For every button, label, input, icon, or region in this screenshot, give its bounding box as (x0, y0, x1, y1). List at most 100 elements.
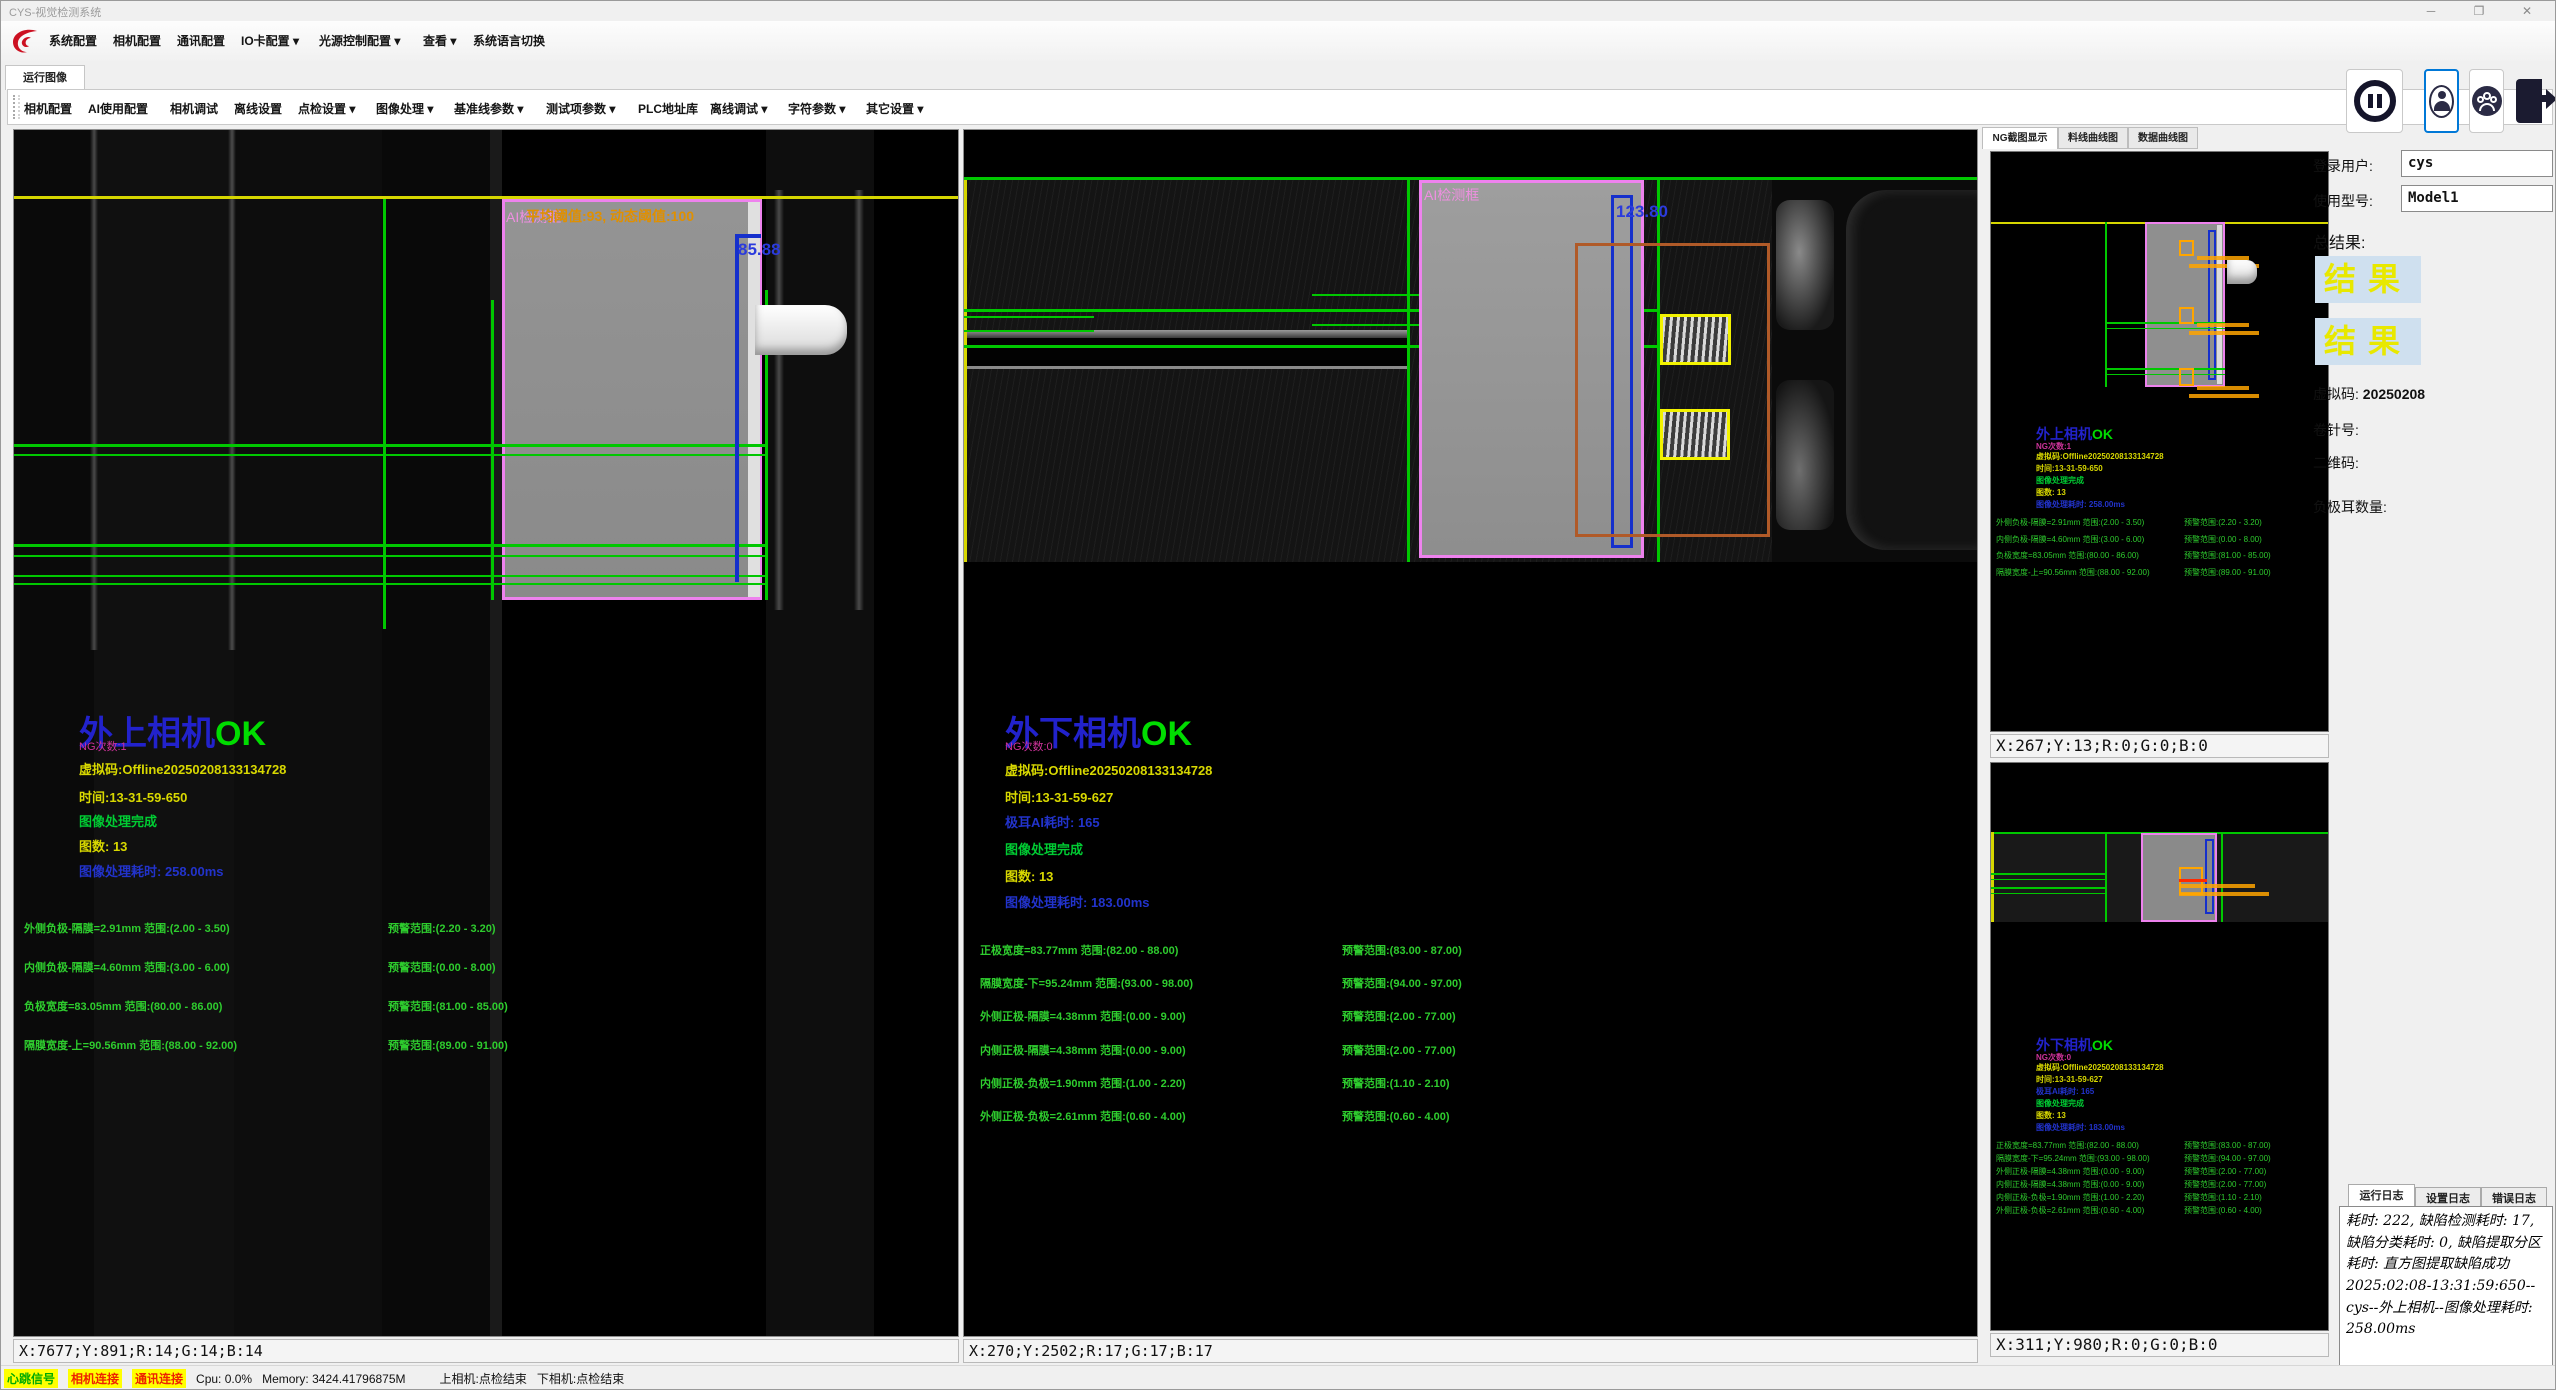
cam2-green-stub (964, 316, 1094, 318)
menu-bar: 系统配置 相机配置 通讯配置 IO卡配置 ▾ 光源控制配置 ▾ 查看 ▾ 系统语… (1, 21, 2556, 62)
tab-run-log[interactable]: 运行日志 (2348, 1184, 2415, 1206)
tool-other-settings[interactable]: 其它设置 ▾ (866, 100, 923, 117)
thumb1-warn-3: 预警范围:(81.00 - 85.00) (2184, 550, 2271, 561)
tool-offline-debug[interactable]: 离线调试 ▾ (710, 100, 767, 117)
pause-button[interactable] (2346, 69, 2403, 133)
thumb2-annotation (2179, 884, 2255, 888)
tab-line-curve[interactable]: 料线曲线图 (2058, 127, 2128, 149)
menu-item-light-config[interactable]: 光源控制配置 ▾ (319, 32, 400, 49)
thumb2-yellow-edge (1991, 832, 1994, 922)
menu-item-system-config[interactable]: 系统配置 (49, 32, 97, 49)
users-group-button[interactable] (2469, 69, 2504, 133)
menu-item-language-switch[interactable]: 系统语言切换 (473, 32, 545, 49)
tool-camera-debug[interactable]: 相机调试 (170, 100, 218, 117)
tool-test-params[interactable]: 测试项参数 ▾ (546, 100, 615, 117)
cam1-green-hline (14, 583, 765, 585)
window-title: CYS-视觉检测系统 (9, 4, 101, 20)
tool-ai-config[interactable]: AI使用配置 (88, 100, 148, 117)
cam1-white-strip (748, 202, 760, 597)
tab-run-image[interactable]: 运行图像 (5, 65, 85, 90)
thumb2-warn-1: 预警范围:(83.00 - 87.00) (2184, 1140, 2271, 1151)
tool-char-params[interactable]: 字符参数 ▾ (788, 100, 845, 117)
thumb1-green-hline (2105, 368, 2225, 370)
cam2-orange-detect-box (1575, 243, 1770, 537)
thumb2-time: 时间:13-31-59-627 (2036, 1074, 2103, 1085)
cam2-yellow-edge (964, 177, 967, 562)
tool-offline-setting[interactable]: 离线设置 (234, 100, 282, 117)
thumb2-measure-5: 内侧正极-负极=1.90mm 范围:(1.00 - 2.20) (1996, 1192, 2144, 1203)
thumb2-warn-3: 预警范围:(2.00 - 77.00) (2184, 1166, 2266, 1177)
tab-ng-view[interactable]: NG截图显示 (1982, 127, 2058, 149)
thumb2-measure-3: 外侧正极-隔膜=4.38mm 范围:(0.00 - 9.00) (1996, 1166, 2144, 1177)
thumb2-pixel-status: X:311;Y:980;R:0;G:0;B:0 (1990, 1333, 2329, 1357)
menu-item-comm-config[interactable]: 通讯配置 (177, 32, 225, 49)
thumb1-annotation (2189, 394, 2259, 398)
tool-spot-check[interactable]: 点检设置 ▾ (298, 100, 355, 117)
cam2-green-stub (1312, 324, 1419, 326)
user-button[interactable] (2424, 69, 2459, 133)
camera-view-upper[interactable]: 85.88 AI检测框 平均阈值:93, 动态阈值:100 外上相机OK NG次… (13, 129, 959, 1337)
thumb1-green-hline (2105, 328, 2225, 329)
thumb1-pixel-status: X:267;Y:13;R:0;G:0;B:0 (1990, 734, 2329, 758)
cam2-metal-part (1776, 200, 1834, 330)
restore-icon[interactable]: ❐ (2457, 1, 2501, 21)
cam1-ng-count: NG次数:1 (79, 738, 127, 754)
thumb1-measure-1: 外侧负极-隔膜=2.91mm 范围:(2.00 - 3.50) (1996, 517, 2144, 528)
cam2-measure-5: 内侧正极-负极=1.90mm 范围:(1.00 - 2.20) (980, 1075, 1186, 1091)
logout-button[interactable] (2514, 69, 2556, 133)
cam1-code: 虚拟码:Offline20250208133134728 (79, 759, 286, 778)
cam2-tab-box-1 (1660, 314, 1731, 365)
logout-arrow-icon (2530, 95, 2546, 102)
toolbar-grip[interactable] (13, 95, 20, 119)
thumb2-measure-2: 隔膜宽度-下=95.24mm 范围:(93.00 - 98.00) (1996, 1153, 2150, 1164)
cam1-yellow-line (14, 196, 959, 199)
minimize-icon[interactable]: ─ (2409, 1, 2453, 21)
tab-row: 运行图像 (1, 61, 2556, 89)
login-user-field[interactable]: cys (2401, 150, 2553, 177)
thumb2-frames: 图数: 13 (2036, 1110, 2066, 1121)
total-result-label: 总结果: (2313, 229, 2365, 253)
cam2-warn-1: 预警范围:(83.00 - 87.00) (1342, 942, 1462, 958)
camera-connect-badge: 相机连接 (68, 1369, 122, 1388)
thumb2-green-hline (1991, 887, 2105, 889)
menu-item-camera-config[interactable]: 相机配置 (113, 32, 161, 49)
cam1-warn-1: 预警范围:(2.20 - 3.20) (388, 920, 496, 936)
thumb1-defect-box (2179, 368, 2194, 386)
thumb1-warn-2: 预警范围:(0.00 - 8.00) (2184, 534, 2262, 545)
camera-view-lower[interactable]: AI检测框 123.80 外下相机OK NG次数:0 虚拟码:Offline20… (963, 129, 1978, 1337)
cam1-warn-2: 预警范围:(0.00 - 8.00) (388, 959, 496, 975)
model-label: 使用型号: (2313, 191, 2373, 211)
tab-data-curve[interactable]: 数据曲线图 (2128, 127, 2198, 149)
cam2-frames: 图数: 13 (1005, 866, 1053, 885)
result-display-2: 结果 (2315, 318, 2421, 365)
menu-item-io-card-config[interactable]: IO卡配置 ▾ (241, 32, 299, 49)
close-icon[interactable]: ✕ (2505, 1, 2549, 21)
thumb2-done: 图像处理完成 (2036, 1098, 2084, 1109)
cam1-blue-measure-line (735, 234, 761, 238)
users-group-icon (2472, 86, 2502, 116)
tool-camera-config[interactable]: 相机配置 (24, 100, 72, 117)
run-log-panel[interactable]: 耗时: 222, 缺陷检测耗时: 17, 缺陷分类耗时: 0, 缺陷提取分区耗时… (2339, 1206, 2553, 1386)
title-bar: CYS-视觉检测系统 ─ ❐ ✕ (1, 1, 2556, 21)
ng-thumbnail-lower[interactable]: 外下相机OK NG次数:0 虚拟码:Offline202502081331347… (1990, 762, 2329, 1331)
comm-connect-badge: 通讯连接 (132, 1369, 186, 1388)
cam2-time: 时间:13-31-59-627 (1005, 787, 1113, 806)
ng-thumbnail-upper[interactable]: 外上相机OK NG次数:1 虚拟码:Offline202502081331347… (1990, 151, 2329, 732)
cam1-measure-1: 外侧负极-隔膜=2.91mm 范围:(2.00 - 3.50) (24, 920, 230, 936)
cam1-measure-4: 隔膜宽度-上=90.56mm 范围:(88.00 - 92.00) (24, 1037, 237, 1053)
thumb1-measure-4: 隔膜宽度-上=90.56mm 范围:(88.00 - 92.00) (1996, 567, 2150, 578)
menu-item-view[interactable]: 查看 ▾ (423, 32, 456, 49)
thumb2-blue-line (2205, 839, 2214, 914)
tool-image-process[interactable]: 图像处理 ▾ (376, 100, 433, 117)
thumb2-green-hline (1991, 893, 2105, 894)
tool-plc-address[interactable]: PLC地址库 (638, 100, 698, 117)
thumb1-measure-3: 负极宽度=83.05mm 范围:(80.00 - 86.00) (1996, 550, 2139, 561)
cam1-highlight (90, 130, 98, 650)
cam2-tab-ai-time: 极耳AI耗时: 165 (1005, 812, 1100, 831)
cpu-usage: Cpu: 0.0% (196, 1372, 252, 1386)
thumb1-frames: 图数: 13 (2036, 487, 2066, 498)
thumb2-green-hline (1991, 873, 2105, 875)
tool-baseline-params[interactable]: 基准线参数 ▾ (454, 100, 523, 117)
model-field[interactable]: Model1 (2401, 185, 2553, 212)
pin-number-label: 卷针号: (2313, 420, 2359, 440)
